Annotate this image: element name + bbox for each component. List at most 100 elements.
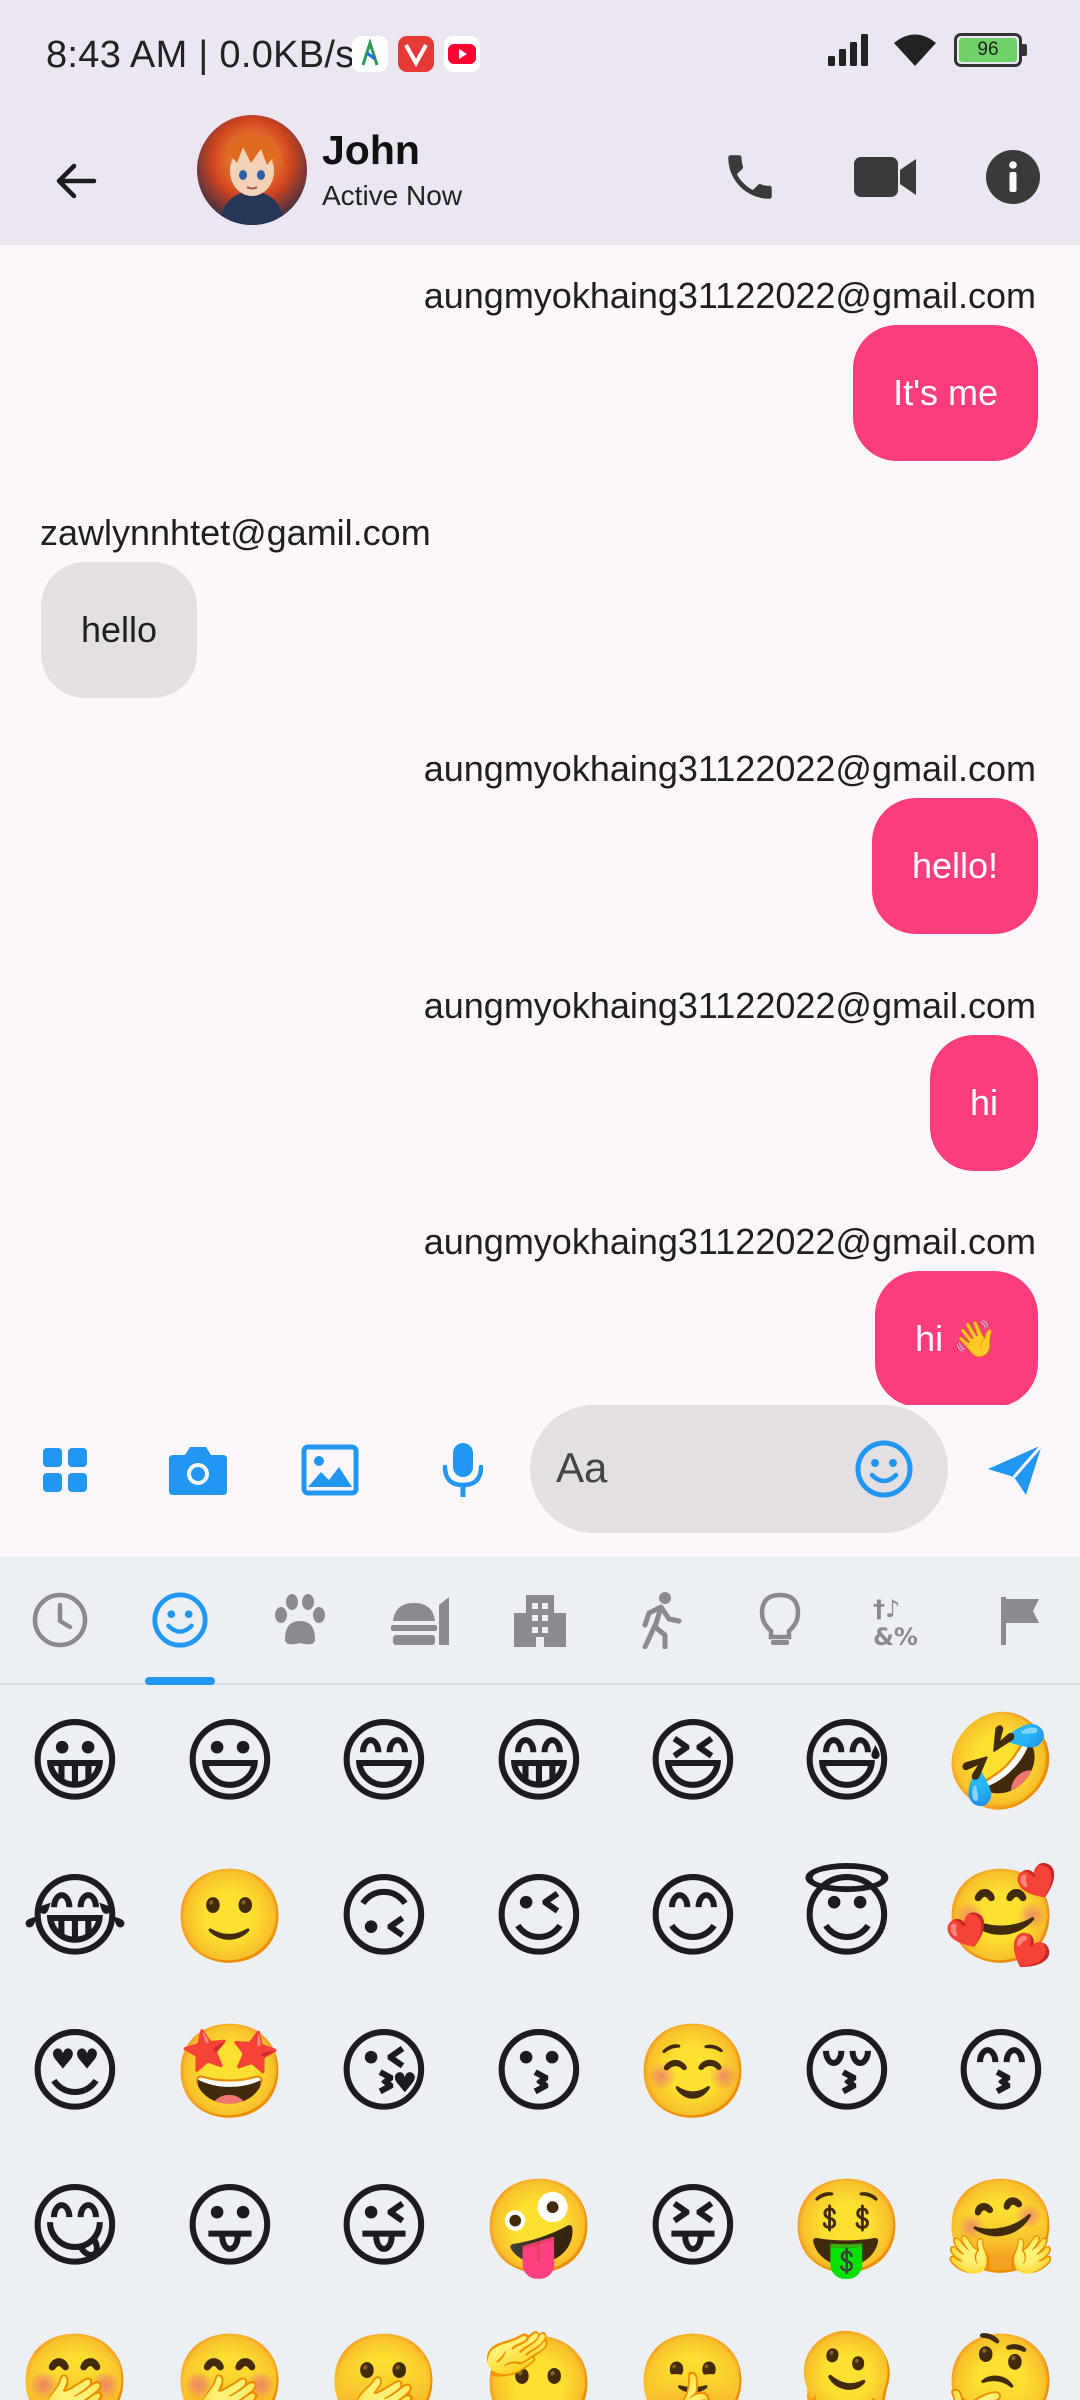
send-button[interactable]: [980, 1435, 1050, 1505]
contact-status: Active Now: [322, 180, 463, 211]
emoji-key[interactable]: 🤣: [944, 1707, 1059, 1817]
send-icon: [988, 1444, 1044, 1495]
status-time: 8:43 AM | 0.0KB/s: [46, 34, 355, 76]
emoji-key[interactable]: 😁: [484, 1707, 594, 1817]
outgoing-message-bubble[interactable]: hi: [929, 1035, 1038, 1171]
camera-button[interactable]: [163, 1435, 233, 1505]
places-category-tab[interactable]: [503, 1583, 577, 1657]
emoji-key[interactable]: 😝: [638, 2172, 748, 2282]
emoji-key[interactable]: 😊: [638, 1862, 748, 1972]
objects-category-tab[interactable]: [743, 1583, 817, 1657]
emoji-key[interactable]: ☺️: [636, 2017, 751, 2127]
status-bar: 8:43 AM | 0.0KB/s 96: [0, 0, 1080, 115]
camera-icon: [169, 1447, 227, 1495]
location-app-icon: [352, 36, 388, 72]
info-button[interactable]: [973, 137, 1053, 217]
emoji-key[interactable]: 🙂: [173, 1862, 288, 1972]
youtube-app-icon: [444, 36, 480, 72]
emoji-key[interactable]: 😆: [638, 1707, 748, 1817]
food-category-tab[interactable]: [383, 1583, 457, 1657]
symbols-category-tab[interactable]: †♪ &%: [863, 1583, 937, 1657]
emoji-key[interactable]: 🫠: [790, 2327, 905, 2400]
flags-category-tab[interactable]: [983, 1583, 1057, 1657]
emoji-key[interactable]: 🫢: [327, 2327, 442, 2400]
message-input-container: [530, 1405, 948, 1533]
message-sender: aungmyokhaing31122022@gmail.com: [423, 985, 1036, 1026]
message-sender: aungmyokhaing31122022@gmail.com: [423, 275, 1036, 316]
recent-category-tab[interactable]: [23, 1583, 97, 1657]
emoji-key[interactable]: 😙: [946, 2017, 1056, 2127]
phone-icon: [728, 155, 772, 199]
emoji-key[interactable]: 😍: [20, 2017, 130, 2127]
animals-icon: [275, 1594, 325, 1645]
emoji-key[interactable]: 😗: [484, 2017, 594, 2127]
emoji-key[interactable]: 😇: [792, 1862, 902, 1972]
apps-grid-icon: [43, 1448, 87, 1492]
emoji-grid: 😀 😃 😄 😁 😆 😅 🤣 😂 🙂 🙃 😉 😊 😇 🥰 😍 🤩 😘 😗 ☺️ 😚…: [0, 1707, 1080, 2400]
emoji-key[interactable]: 🫡: [482, 2327, 597, 2400]
smileys-category-tab[interactable]: [143, 1583, 217, 1657]
emoji-key[interactable]: 😜: [329, 2172, 439, 2282]
outgoing-message-bubble[interactable]: hi 👋: [875, 1271, 1038, 1405]
video-call-button[interactable]: [845, 137, 925, 217]
svg-text:†♪: †♪: [873, 1595, 900, 1623]
emoji-category-bar: †♪ &%: [0, 1557, 1080, 1685]
flags-icon: [1001, 1597, 1039, 1645]
emoji-key[interactable]: 😅: [792, 1707, 902, 1817]
image-icon: [301, 1444, 359, 1496]
emoji-key[interactable]: 🤭: [173, 2327, 288, 2400]
vidmate-app-icon: [398, 36, 434, 72]
outgoing-message-bubble[interactable]: hello!: [871, 798, 1038, 934]
emoji-key[interactable]: 🥰: [944, 1862, 1059, 1972]
wifi-icon: [894, 34, 936, 66]
food-icon: [391, 1597, 449, 1645]
emoji-key[interactable]: 🤗: [944, 2172, 1059, 2282]
call-button[interactable]: [710, 137, 790, 217]
gallery-button[interactable]: [295, 1435, 365, 1505]
info-icon: [986, 150, 1040, 204]
emoji-key[interactable]: 🤑: [790, 2172, 905, 2282]
emoji-key[interactable]: 🤩: [173, 2017, 288, 2127]
message-composer: [0, 1405, 1080, 1557]
message-list[interactable]: aungmyokhaing31122022@gmail.com It's me …: [0, 245, 1080, 1405]
selected-category-indicator: [145, 1677, 215, 1685]
incoming-message-bubble[interactable]: hello: [41, 562, 198, 698]
svg-text:&%: &%: [873, 1623, 918, 1649]
emoji-button[interactable]: [850, 1435, 918, 1503]
chat-header: John Active Now: [0, 115, 1080, 245]
avatar[interactable]: [197, 115, 307, 225]
apps-button[interactable]: [30, 1435, 100, 1505]
emoji-key[interactable]: 🤔: [944, 2327, 1059, 2400]
emoji-key[interactable]: 😄: [329, 1707, 439, 1817]
status-app-badges: [352, 36, 480, 72]
symbols-icon: †♪ &%: [873, 1595, 918, 1649]
smiley-icon: [855, 1440, 913, 1498]
emoji-key[interactable]: 😋: [20, 2172, 130, 2282]
microphone-icon: [442, 1443, 484, 1497]
buildings-icon: [514, 1595, 566, 1647]
emoji-key[interactable]: 😉: [484, 1862, 594, 1972]
contact-name[interactable]: John: [322, 127, 420, 174]
objects-icon: [759, 1592, 801, 1645]
emoji-key[interactable]: 😃: [175, 1707, 285, 1817]
emoji-key[interactable]: 😚: [792, 2017, 902, 2127]
emoji-key[interactable]: 🙃: [329, 1862, 439, 1972]
status-indicators: 96: [826, 32, 1027, 68]
video-camera-icon: [854, 157, 916, 197]
activity-category-tab[interactable]: [623, 1583, 697, 1657]
message-sender: aungmyokhaing31122022@gmail.com: [423, 1221, 1036, 1262]
outgoing-message-bubble[interactable]: It's me: [853, 325, 1038, 461]
animals-category-tab[interactable]: [263, 1583, 337, 1657]
emoji-key[interactable]: 🤪: [482, 2172, 597, 2282]
back-button[interactable]: [40, 145, 112, 217]
message-input[interactable]: [556, 1435, 846, 1501]
emoji-key[interactable]: 😂: [20, 1862, 130, 1972]
emoji-key[interactable]: 😛: [175, 2172, 285, 2282]
recent-icon: [32, 1592, 88, 1648]
emoji-key[interactable]: 😘: [329, 2017, 439, 2127]
emoji-key[interactable]: 😀: [20, 1707, 130, 1817]
emoji-key[interactable]: 🤫: [636, 2327, 751, 2400]
emoji-key[interactable]: 🤭: [18, 2327, 133, 2400]
signal-icon: [828, 34, 868, 66]
voice-button[interactable]: [428, 1435, 498, 1505]
